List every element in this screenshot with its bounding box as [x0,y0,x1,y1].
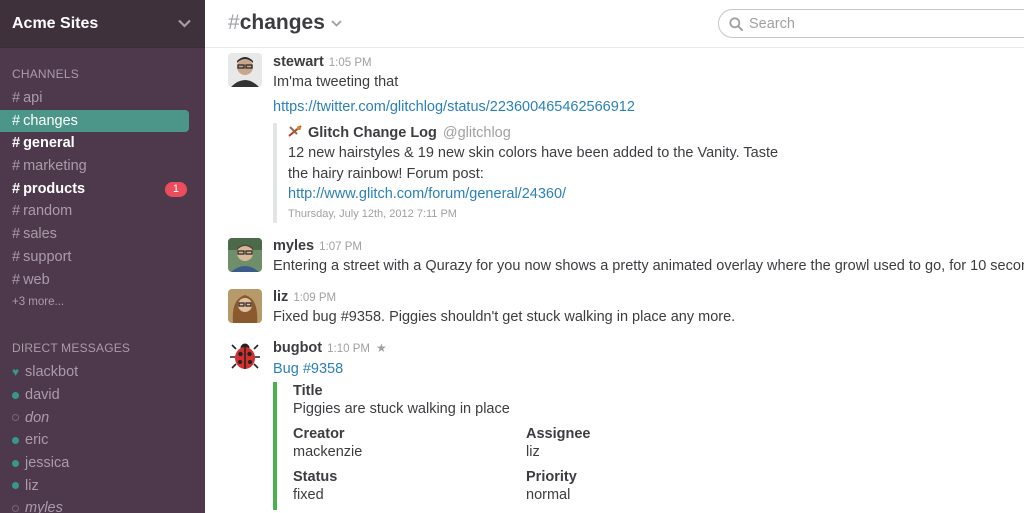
dm-item-don[interactable]: don [0,407,205,430]
channel-label: random [23,203,73,220]
sidebar-item-changes[interactable]: # changes [0,109,189,133]
presence-away-icon [12,414,19,422]
direct-messages-heading[interactable]: DIRECT MESSAGES [0,340,205,356]
channel-label: products [23,180,86,197]
sidebar-item-support[interactable]: # support [0,246,189,269]
unread-badge: 1 [164,181,187,197]
timestamp[interactable]: 1:05 PM [329,57,372,69]
search-icon [729,16,743,31]
field-label: Priority [526,469,577,485]
forum-link[interactable]: http://www.glitch.com/forum/general/2436… [288,186,566,202]
sidebar: Acme Sites CHANNELS # api # changes # gener… [0,0,205,513]
channel-label: api [23,90,43,106]
sidebar-item-marketing[interactable]: # marketing [0,155,189,178]
timestamp[interactable]: 1:10 PM [327,343,370,355]
field-value: normal [526,487,571,503]
channel-label: changes [23,112,78,129]
sidebar-item-sales[interactable]: # sales [0,223,189,246]
sidebar-item-products[interactable]: # products 1 [0,178,189,201]
search-input[interactable] [749,15,989,32]
dm-label: myles [25,500,63,513]
field-label: Status [293,469,338,485]
channel-name: changes [239,11,325,34]
chevron-down-icon[interactable] [178,15,191,32]
dm-label: david [25,386,60,403]
attachment-text: the hairy rainbow! Forum post: [288,165,484,182]
channel-label: sales [23,226,57,243]
presence-online-icon [12,391,19,399]
channel-label: support [23,248,72,265]
channel-label: web [23,271,50,288]
sidebar-item-web[interactable]: # web [0,269,189,292]
dm-list: ♥ slackbot david don eric jessica liz myl… [0,361,205,513]
avatar[interactable] [228,339,262,373]
attachment-timestamp: Thursday, July 12th, 2012 7:11 PM [288,207,457,220]
dm-item-david[interactable]: david [0,384,205,407]
attachment-service-name[interactable]: Glitch Change Log [308,125,437,141]
field-label: Assignee [526,426,591,442]
sidebar-item-general[interactable]: # general [0,132,189,155]
field-label: Creator [293,426,345,442]
channel-label: general [23,135,75,152]
avatar[interactable] [228,238,262,272]
star-icon[interactable]: ★ [376,341,387,355]
tweet-link[interactable]: https://twitter.com/glitchlog/status/223… [273,99,635,115]
channel-label: marketing [23,158,87,175]
message-list: stewart 1:05 PM Im'ma tweeting that https… [205,48,1024,513]
message-text: Entering a street with a Qurazy for you … [273,258,1024,274]
dm-label: slackbot [25,364,79,381]
message-text: Fixed bug #9358. Piggies shouldn't get s… [273,309,736,325]
presence-away-icon [12,505,19,513]
dm-item-jessica[interactable]: jessica [0,452,205,475]
channel-title[interactable]: # changes [228,11,342,35]
presence-online-icon [12,437,19,445]
field-value: Piggies are stuck walking in place [293,401,510,417]
sidebar-item-random[interactable]: # random [0,200,189,223]
heart-icon: ♥ [12,365,20,380]
attachment-text: 12 new hairstyles & 19 new skin colors h… [288,145,779,161]
more-channels-link[interactable]: +3 more... [0,293,205,311]
timestamp[interactable]: 1:09 PM [293,292,336,304]
bug-link[interactable]: Bug #9358 [273,361,343,377]
dm-item-myles[interactable]: myles [0,497,205,513]
author-name[interactable]: liz [273,289,288,305]
chevron-down-icon[interactable] [331,16,342,30]
presence-online-icon [12,482,19,490]
hash-icon: # [228,11,240,34]
dm-label: don [25,409,50,426]
field-value: mackenzie [293,444,363,460]
channel-list: # api # changes # general # marketing # produ… [0,87,205,311]
attachment-handle[interactable]: @glitchlog [443,125,511,141]
author-name[interactable]: bugbot [273,340,322,356]
team-header[interactable]: Acme Sites [0,0,205,48]
dm-item-eric[interactable]: eric [0,429,205,452]
ladybug-icon [228,339,262,373]
channels-heading[interactable]: CHANNELS [0,66,205,82]
dm-label: jessica [25,454,70,471]
bug-card: Title Piggies are stuck walking in place… [273,382,693,510]
author-name[interactable]: stewart [273,54,324,70]
dm-label: eric [25,432,49,449]
dm-item-slackbot[interactable]: ♥ slackbot [0,361,205,384]
dm-label: liz [25,477,39,494]
field-value: liz [526,444,540,460]
team-name: Acme Sites [12,14,99,32]
message-text: Im'ma tweeting that [273,74,399,90]
dm-item-liz[interactable]: liz [0,475,205,498]
field-value: fixed [293,487,324,503]
glitch-logo-icon [288,124,302,142]
field-label: Title [293,383,323,399]
avatar[interactable] [228,53,262,87]
avatar[interactable] [228,289,262,323]
author-name[interactable]: myles [273,238,314,254]
link-attachment: Glitch Change Log @glitchlog 12 new hair… [273,123,833,223]
presence-online-icon [12,459,19,467]
search-box[interactable] [718,9,1024,38]
timestamp[interactable]: 1:07 PM [319,241,362,253]
sidebar-item-api[interactable]: # api [0,87,189,110]
channel-header: # changes [205,0,1024,48]
